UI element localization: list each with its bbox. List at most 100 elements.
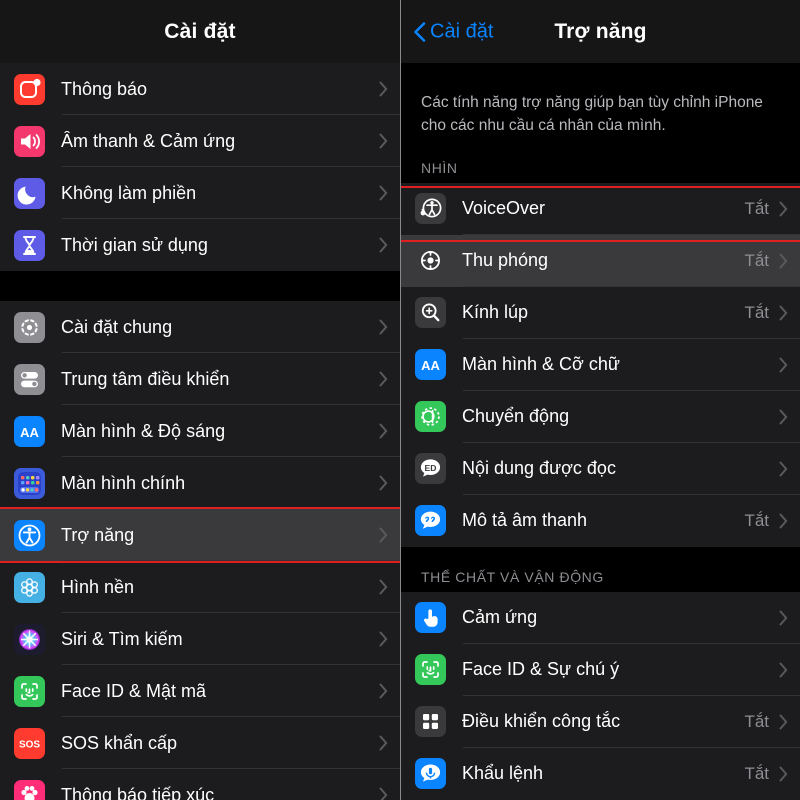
chevron-right-icon (379, 423, 388, 439)
accessibility-panel: Cài đặt Trợ năng Các tính năng trợ năng … (401, 0, 800, 800)
list-item-label: Face ID & Mật mã (61, 680, 207, 701)
accessibility-group: Cảm ứng Face ID & Sự chú ý Điều khiển cô… (401, 591, 800, 800)
chevron-right-icon (779, 610, 788, 626)
accessibility-description: Các tính năng trợ năng giúp bạn tùy chỉn… (401, 63, 800, 138)
list-item[interactable]: Hình nền (0, 561, 400, 613)
list-item-label: Chuyển động (462, 406, 570, 426)
list-item-label: Âm thanh & Cảm ứng (61, 130, 236, 151)
section-header: THỂ CHẤT VÀ VẬN ĐỘNG (401, 546, 800, 592)
list-item[interactable]: AA Màn hình & Độ sáng (0, 405, 400, 457)
back-button[interactable]: Cài đặt (413, 20, 493, 43)
chevron-right-icon (379, 237, 388, 253)
chevron-right-icon (779, 409, 788, 425)
list-item[interactable]: AA Màn hình & Cỡ chữ (401, 338, 800, 391)
list-item-value: Tắt (744, 250, 769, 270)
siri-icon (14, 623, 45, 655)
list-item[interactable]: Trung tâm điều khiển (0, 353, 400, 405)
chevron-right-icon (379, 527, 388, 543)
chevron-right-icon (779, 513, 788, 529)
control-center-icon (14, 363, 45, 395)
svg-text:ED: ED (425, 463, 437, 473)
list-item-label: Kính lúp (462, 302, 529, 322)
list-item-label: VoiceOver (462, 198, 546, 218)
list-item-label: Thông báo (61, 78, 148, 99)
list-item-label: Face ID & Sự chú ý (462, 659, 620, 679)
section-gap (0, 271, 400, 301)
list-item-label: Cảm ứng (462, 607, 538, 627)
list-item[interactable]: VoiceOver Tắt (401, 182, 800, 235)
list-item[interactable]: ED Nội dung được đọc (401, 442, 800, 495)
settings-root-panel: Cài đặt Thông báo Âm thanh & Cảm ứng Khô… (0, 0, 401, 800)
list-item[interactable]: Không làm phiền (0, 167, 400, 219)
chevron-left-icon (413, 21, 426, 42)
chevron-right-icon (379, 133, 388, 149)
chevron-right-icon (379, 787, 388, 800)
list-item[interactable]: Cảm ứng (401, 591, 800, 644)
list-item-value: Tắt (744, 763, 769, 783)
list-item[interactable]: SOS SOS khẩn cấp (0, 717, 400, 769)
list-item-label: Trung tâm điều khiển (61, 368, 230, 389)
gear-icon (14, 311, 45, 343)
chevron-right-icon (379, 683, 388, 699)
list-item-label: Màn hình & Cỡ chữ (462, 354, 620, 374)
list-item-label: Trợ năng (61, 524, 135, 545)
svg-text:AA: AA (421, 358, 440, 373)
accessibility-icon (14, 519, 45, 551)
list-item[interactable]: Âm thanh & Cảm ứng (0, 115, 400, 167)
list-item[interactable]: Siri & Tìm kiếm (0, 613, 400, 665)
list-item[interactable]: Điều khiển công tắc Tắt (401, 695, 800, 748)
chevron-right-icon (779, 305, 788, 321)
list-item[interactable]: Chuyển động (401, 390, 800, 443)
wallpaper-icon (14, 571, 45, 603)
list-item[interactable]: Thông báo (0, 63, 400, 115)
list-item[interactable]: Cài đặt chung (0, 301, 400, 353)
exposure-notifications-icon (14, 779, 45, 800)
chevron-right-icon (379, 81, 388, 97)
list-item[interactable]: Face ID & Sự chú ý (401, 643, 800, 696)
chevron-right-icon (779, 461, 788, 477)
settings-list: Thông báo Âm thanh & Cảm ứng Không làm p… (0, 63, 400, 800)
sos-icon: SOS (14, 727, 45, 759)
list-item-label: Không làm phiền (61, 182, 197, 203)
chevron-right-icon (379, 319, 388, 335)
list-item[interactable]: Mô tả âm thanh Tắt (401, 494, 800, 547)
dual-screenshot-container: Cài đặt Thông báo Âm thanh & Cảm ứng Khô… (0, 0, 800, 800)
voiceover-icon (415, 193, 446, 224)
list-item[interactable]: Khẩu lệnh Tắt (401, 747, 800, 800)
list-item-label: Siri & Tìm kiếm (61, 628, 183, 649)
left-navbar-title: Cài đặt (164, 19, 236, 43)
display-brightness-icon: AA (14, 415, 45, 447)
audio-descriptions-icon (415, 505, 446, 536)
back-button-label: Cài đặt (430, 20, 494, 42)
chevron-right-icon (379, 371, 388, 387)
list-item[interactable]: Màn hình chính (0, 457, 400, 509)
list-item[interactable]: Thu phóng Tắt (401, 234, 800, 287)
list-item-label: SOS khẩn cấp (61, 732, 178, 753)
list-item-label: Hình nền (61, 576, 135, 597)
section-header: NHÌN (401, 137, 800, 183)
list-item-label: Nội dung được đọc (462, 458, 616, 478)
list-item-label: Khẩu lệnh (462, 763, 544, 783)
face-id-icon (14, 675, 45, 707)
chevron-right-icon (379, 475, 388, 491)
list-item-label: Thời gian sử dụng (61, 234, 208, 255)
list-item-label: Điều khiển công tắc (462, 711, 621, 731)
list-item-label: Mô tả âm thanh (462, 510, 588, 530)
list-item[interactable]: Trợ năng (0, 509, 400, 561)
svg-text:AA: AA (20, 425, 39, 440)
zoom-icon (415, 245, 446, 276)
magnifier-icon (415, 297, 446, 328)
right-navbar-title: Trợ năng (554, 19, 647, 43)
chevron-right-icon (779, 201, 788, 217)
list-item[interactable]: Kính lúp Tắt (401, 286, 800, 339)
list-item[interactable]: Face ID & Mật mã (0, 665, 400, 717)
svg-text:SOS: SOS (19, 739, 40, 750)
list-item[interactable]: Thông báo tiếp xúc (0, 769, 400, 800)
home-screen-icon (14, 467, 45, 499)
right-navbar: Cài đặt Trợ năng (401, 0, 800, 63)
list-item[interactable]: Thời gian sử dụng (0, 219, 400, 271)
list-item-label: Màn hình & Độ sáng (61, 420, 226, 441)
list-item-value: Tắt (744, 302, 769, 322)
chevron-right-icon (379, 631, 388, 647)
voice-control-icon (415, 758, 446, 789)
